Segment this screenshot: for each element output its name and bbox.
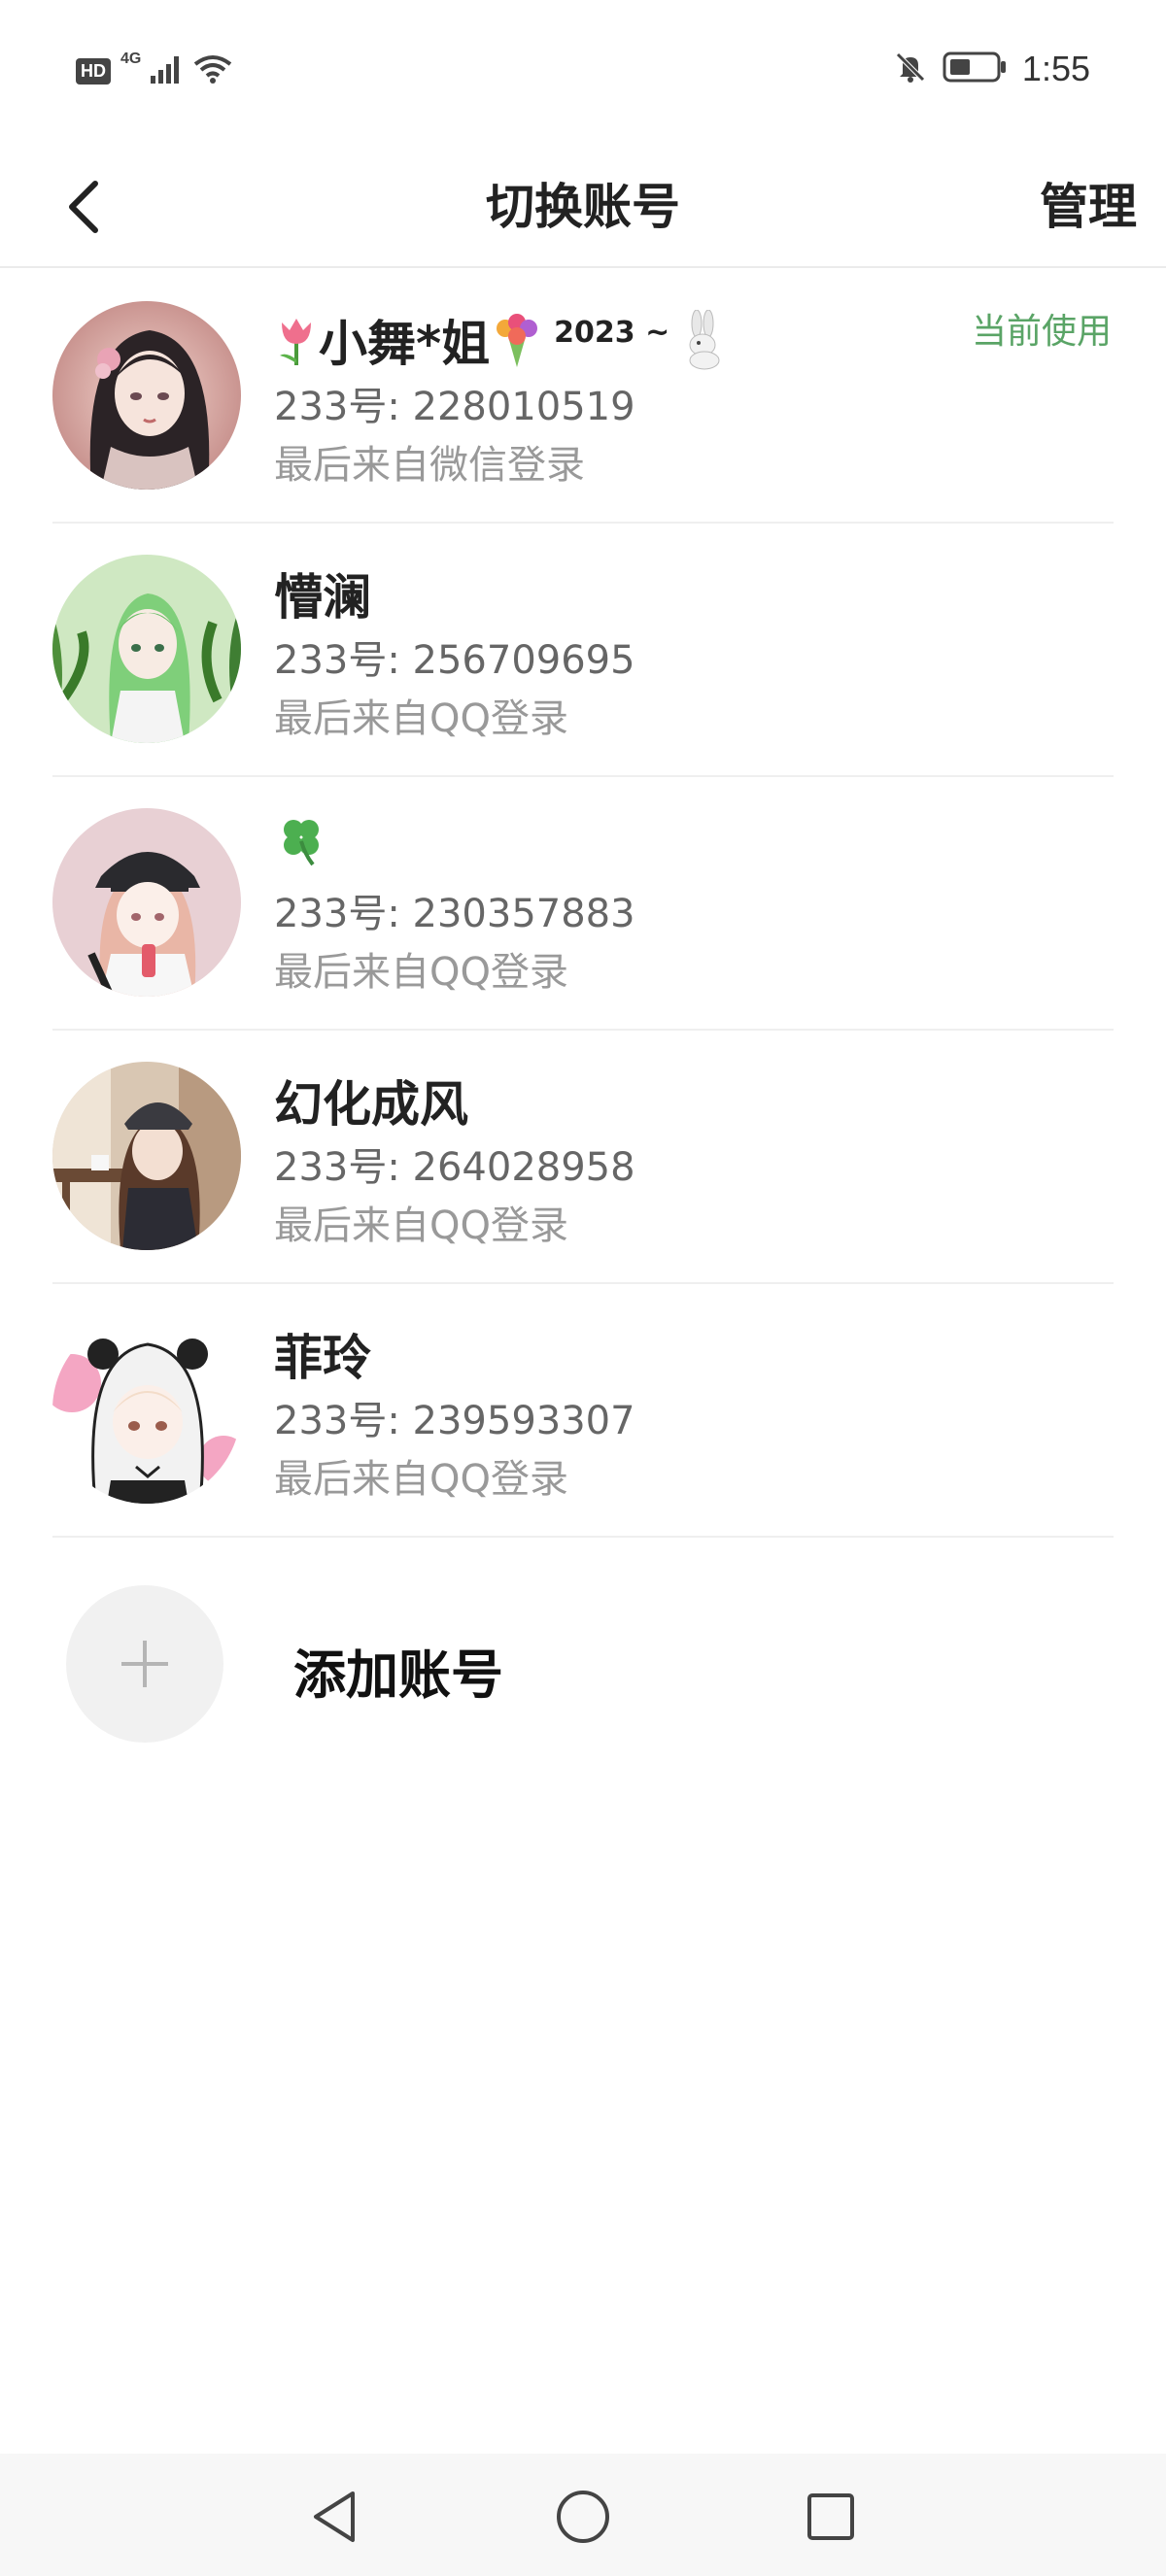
account-item[interactable]: 小舞*姐 2023 ~ 233号: 228010519 最后来自微信登录 当前使… [52,270,1114,524]
wifi-icon [193,54,232,87]
rabbit-icon [679,310,728,370]
add-account-button[interactable]: 添加账号 [66,1585,1038,1743]
nav-back-button[interactable] [301,2483,369,2551]
current-account-badge: 当前使用 [971,312,1112,352]
account-item[interactable]: 懵澜 233号: 256709695 最后来自QQ登录 [52,524,1114,777]
page-title: 切换账号 [486,179,680,235]
login-source: 最后来自QQ登录 [274,1457,568,1502]
account-id: 233号: 256709695 [274,638,635,683]
account-name-suffix: 2023 ~ [554,315,670,350]
nav-recents-button[interactable] [797,2483,865,2551]
account-name-text: 小舞*姐 [319,316,491,372]
account-name: 幻化成风 [274,1076,468,1133]
avatar [52,1315,241,1504]
login-source: 最后来自QQ登录 [274,1203,568,1248]
manage-button[interactable]: 管理 [1040,146,1137,268]
clock: 1:55 [1021,49,1090,88]
account-id: 233号: 228010519 [274,385,635,429]
login-source: 最后来自QQ登录 [274,696,568,741]
account-name [274,812,328,866]
status-bar: HD 4G 1:55 [0,0,1166,146]
account-id: 233号: 230357883 [274,892,635,936]
account-name: 菲玲 [274,1330,371,1386]
login-source: 最后来自QQ登录 [274,950,568,995]
bouquet-icon [490,311,544,369]
account-item[interactable]: 233号: 230357883 最后来自QQ登录 [52,777,1114,1031]
four-leaf-clover-icon [274,812,328,866]
account-name: 懵澜 [274,569,371,626]
account-id: 233号: 239593307 [274,1399,635,1443]
login-source: 最后来自微信登录 [274,443,585,488]
bell-off-icon [894,51,927,87]
signal-icon [151,54,184,87]
battery-icon [943,51,1007,86]
account-id: 233号: 264028958 [274,1145,635,1190]
plus-icon [121,1641,168,1687]
recents-square-icon [807,2493,854,2540]
account-name: 小舞*姐 2023 ~ [274,305,728,375]
nav-home-button[interactable] [549,2483,617,2551]
back-triangle-icon [314,2491,355,2542]
top-app-bar: 切换账号 管理 [0,146,1166,268]
system-nav-bar [0,2454,1166,2576]
hd-badge: HD [76,57,111,85]
add-account-label: 添加账号 [293,1644,503,1706]
tulip-icon [274,313,319,367]
avatar [52,555,241,743]
account-list: 小舞*姐 2023 ~ 233号: 228010519 最后来自微信登录 当前使… [0,270,1166,1538]
avatar [52,301,241,490]
account-item[interactable]: 幻化成风 233号: 264028958 最后来自QQ登录 [52,1031,1114,1284]
account-item[interactable]: 菲玲 233号: 239593307 最后来自QQ登录 [52,1284,1114,1538]
avatar [52,1062,241,1250]
home-circle-icon [557,2491,609,2543]
status-right: 1:55 [894,49,1090,89]
avatar [52,808,241,997]
status-left: HD 4G [76,51,232,87]
add-account-circle[interactable] [66,1585,223,1743]
network-type: 4G [120,51,142,67]
